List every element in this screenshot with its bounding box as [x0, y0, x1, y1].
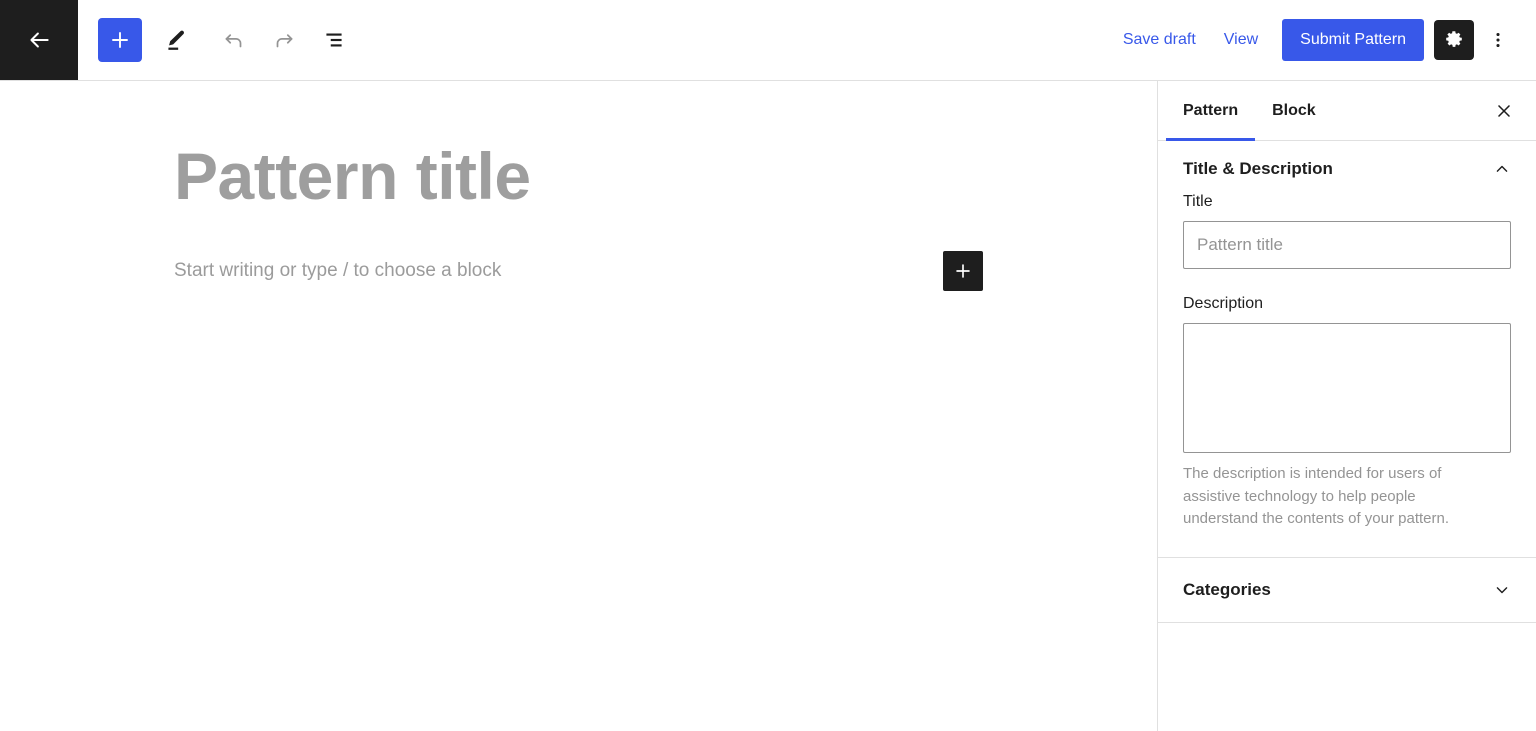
plus-icon [956, 264, 970, 278]
pencil-icon [168, 30, 184, 50]
sidebar-tab-bar: Pattern Block [1158, 81, 1536, 141]
view-button[interactable]: View [1210, 20, 1272, 60]
editor-header: Save draft View Submit Pattern [0, 0, 1536, 81]
editor-canvas[interactable]: Pattern title Start writing or type / to… [0, 81, 1157, 731]
add-block-button[interactable] [98, 18, 142, 62]
redo-icon [276, 34, 293, 48]
plus-icon [112, 32, 128, 48]
chevron-down-icon [1492, 580, 1512, 600]
panel-categories-label: Categories [1183, 579, 1271, 599]
panel-title-description-body: Title Description The description is int… [1158, 193, 1536, 557]
header-left-toolbar [78, 0, 358, 80]
list-view-icon [326, 33, 342, 47]
save-draft-button[interactable]: Save draft [1109, 20, 1210, 60]
block-placeholder-text[interactable]: Start writing or type / to choose a bloc… [174, 257, 501, 286]
description-field-label: Description [1183, 295, 1264, 312]
description-help-text: The description is intended for users of… [1183, 465, 1450, 527]
arrow-left-icon [30, 32, 49, 48]
header-spacer [358, 0, 1109, 80]
title-field-label: Title [1183, 193, 1213, 210]
description-textarea[interactable] [1183, 323, 1511, 453]
tab-block[interactable]: Block [1255, 81, 1333, 140]
title-input[interactable] [1183, 221, 1511, 269]
panel-title-description-label: Title & Description [1183, 159, 1333, 178]
header-right-toolbar: Save draft View Submit Pattern [1109, 0, 1536, 80]
submit-pattern-button[interactable]: Submit Pattern [1282, 19, 1424, 61]
block-inserter-button[interactable] [943, 251, 983, 292]
tab-pattern[interactable]: Pattern [1166, 81, 1256, 141]
close-sidebar-button[interactable] [1480, 87, 1528, 135]
panel-categories-header[interactable]: Categories [1158, 558, 1536, 622]
canvas-content: Pattern title Start writing or type / to… [0, 81, 1157, 292]
panel-categories: Categories [1158, 558, 1536, 623]
settings-button[interactable] [1434, 20, 1474, 60]
back-button[interactable] [0, 0, 78, 80]
pattern-title-placeholder[interactable]: Pattern title [174, 139, 1157, 215]
undo-button[interactable] [210, 16, 258, 64]
settings-sidebar: Pattern Block Title & Description Title … [1157, 81, 1536, 731]
close-icon [1498, 104, 1510, 117]
panel-title-description-header[interactable]: Title & Description [1158, 141, 1536, 193]
gear-icon [1446, 31, 1462, 47]
editor-body: Pattern title Start writing or type / to… [0, 81, 1536, 731]
tab-bar-spacer [1333, 81, 1480, 140]
panel-title-description: Title & Description Title Description Th… [1158, 141, 1536, 558]
more-options-button[interactable] [1476, 18, 1520, 62]
undo-icon [225, 34, 242, 48]
list-view-button[interactable] [310, 16, 358, 64]
chevron-up-icon [1492, 159, 1512, 179]
pattern-editor-app: Save draft View Submit Pattern Pattern t… [0, 0, 1536, 731]
edit-tool-button[interactable] [152, 16, 200, 64]
empty-block-row: Start writing or type / to choose a bloc… [0, 251, 1157, 292]
redo-button[interactable] [260, 16, 308, 64]
kebab-menu-icon [1496, 32, 1500, 48]
